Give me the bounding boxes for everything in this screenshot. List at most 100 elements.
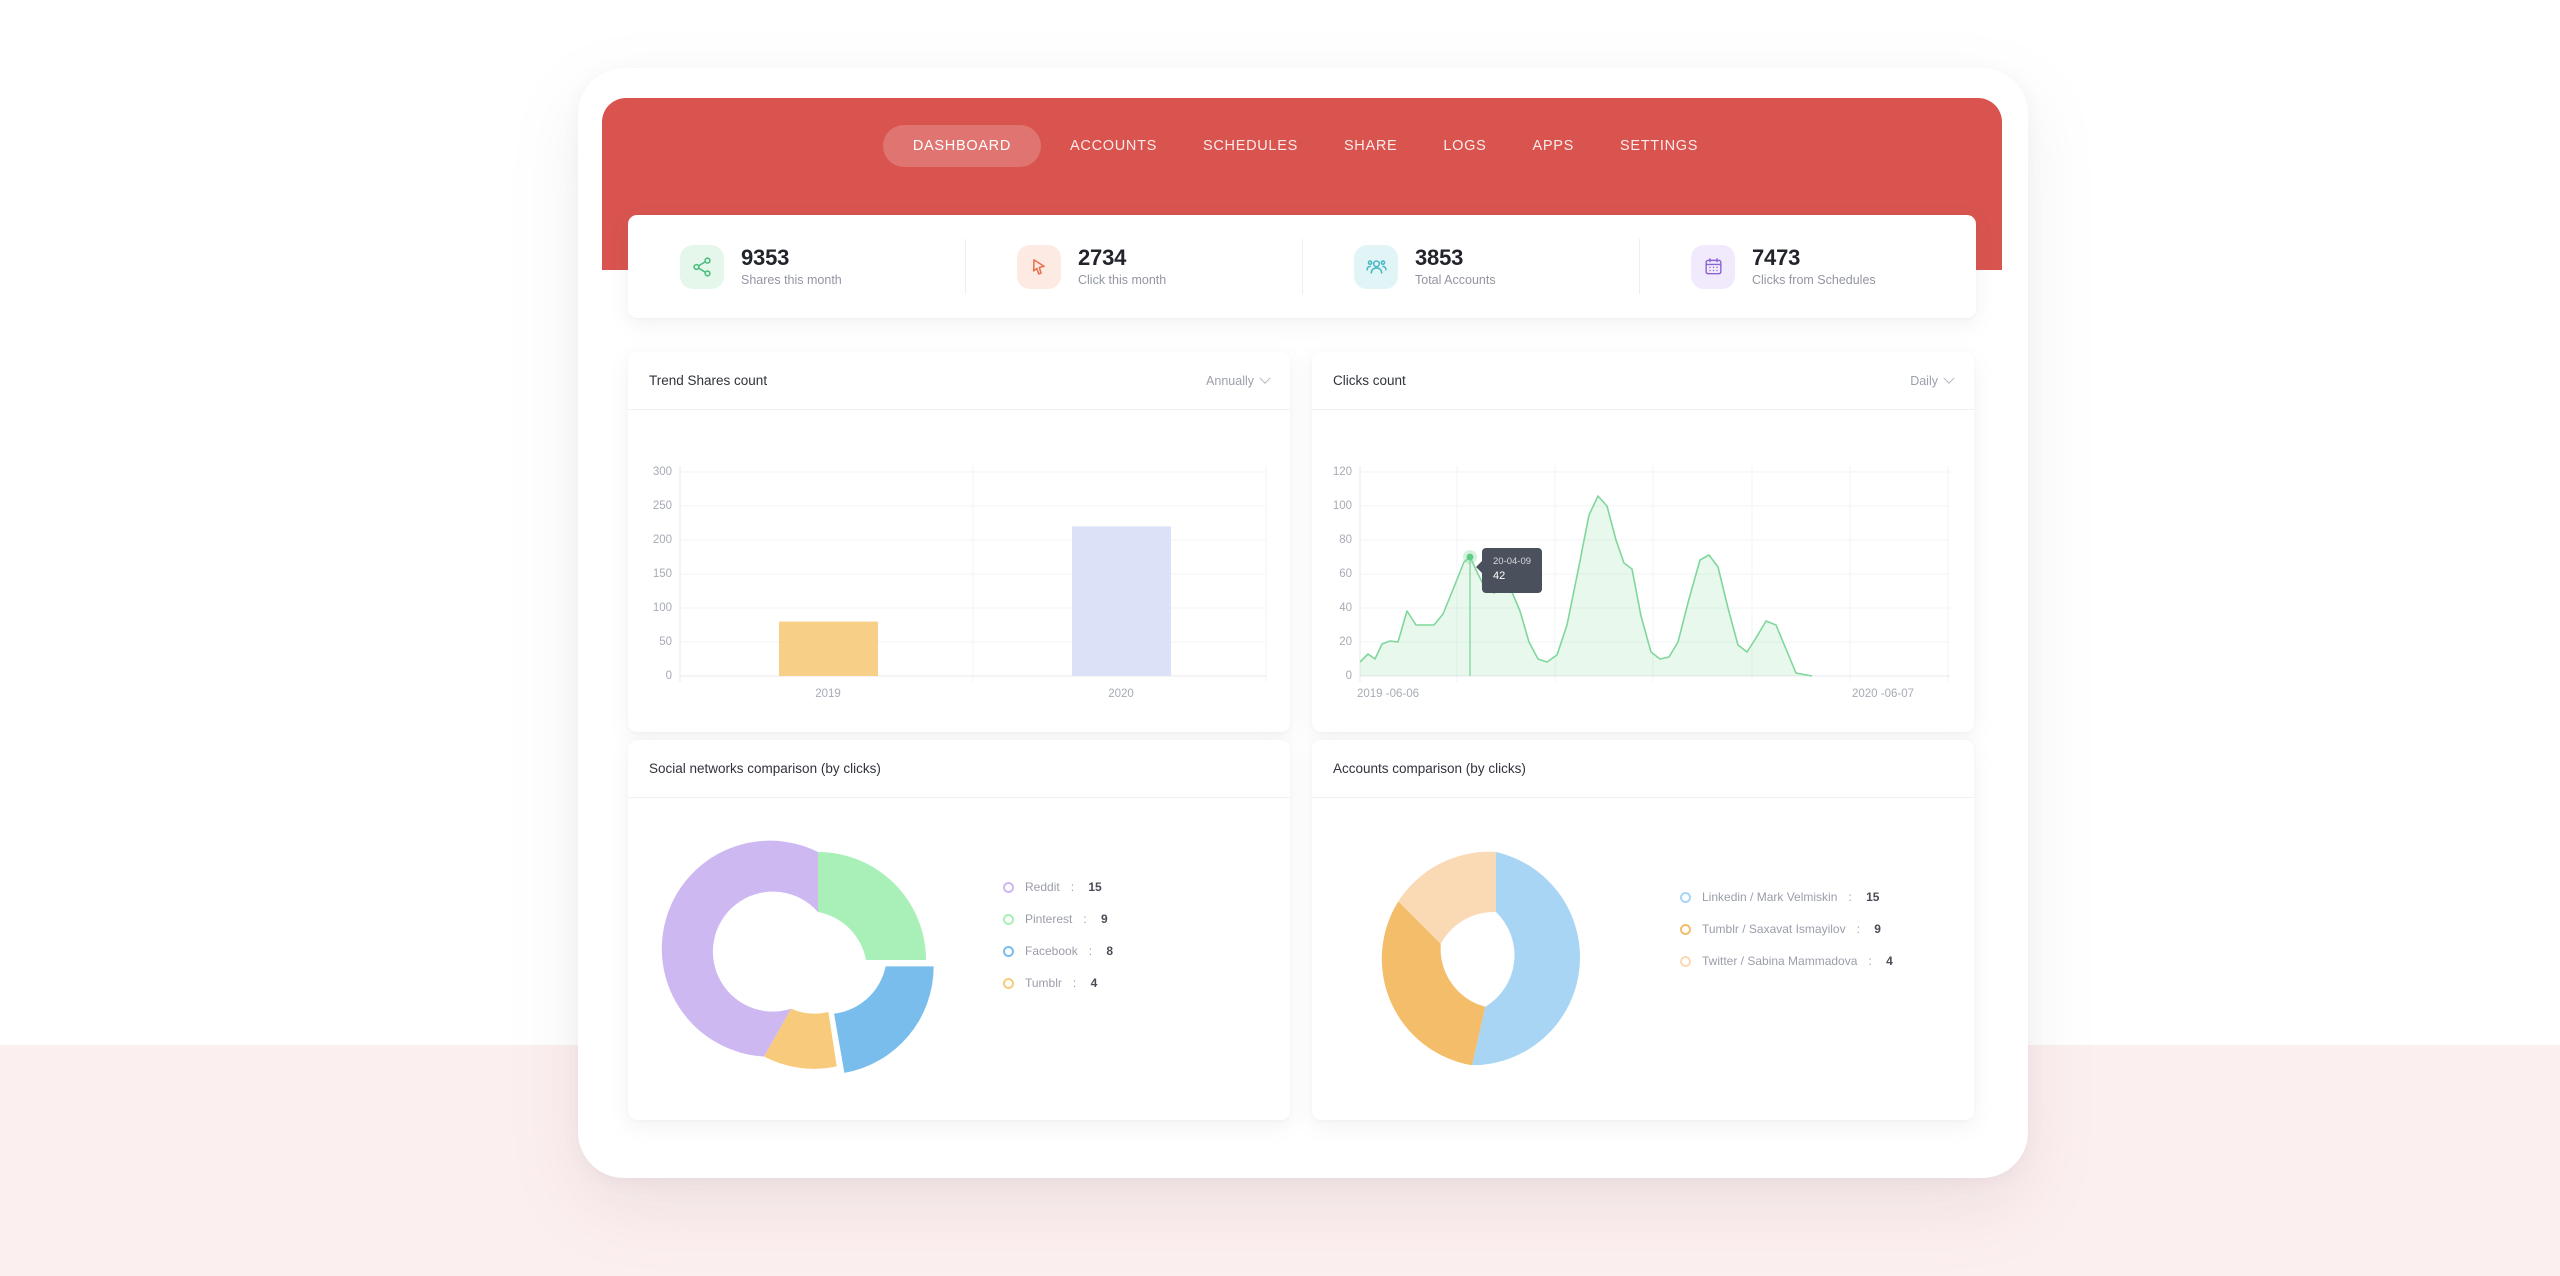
legend-label: Facebook [1025,944,1078,958]
legend-dot-icon [1003,977,1014,989]
period-select-annually[interactable]: Annually [1206,372,1271,388]
donut-slice-facebook-group[interactable] [834,966,934,1073]
card-header: Trend Shares count Annually [628,352,1290,410]
chart-donut-social-networks: 8 Reddit: 15 Pinterest: 9 Facebook: 8 Tu… [628,798,1290,1120]
chart-tooltip: 20-04-09 42 [1475,548,1543,593]
legend-value: 15 [1866,890,1880,904]
donut-accounts-svg [1381,851,1581,1066]
x-tick-end: 2020 -06-07 [1852,688,1915,700]
card-trend-shares: Trend Shares count Annually 300 250 200 … [628,352,1290,732]
nav-item-logs[interactable]: LOGS [1420,139,1509,154]
stat-value: 3853 [1415,244,1464,270]
chart-area-clicks-count: 120 100 80 60 40 20 0 20-04-09 42 2019 -… [1312,410,1974,732]
card-social-networks: Social networks comparison (by clicks) 8… [628,740,1290,1120]
stat-label: Total Accounts [1415,273,1496,288]
cursor-icon [1017,244,1061,289]
tooltip-date: 20-04-09 [1493,556,1532,567]
legend-item-facebook[interactable]: Facebook: 8 [1003,944,1113,958]
card-header: Social networks comparison (by clicks) [628,740,1290,798]
legend-label: Tumblr / Saxavat Ismayilov [1702,922,1846,936]
legend-label: Reddit [1025,880,1060,894]
area-fill [1360,496,1950,676]
stat-value: 7473 [1752,244,1801,270]
chart-bar-trend-shares: 300 250 200 150 100 50 0 2019 2020 [628,410,1290,732]
legend-value: 9 [1874,922,1881,936]
legend-item-tumblr[interactable]: Tumblr / Saxavat Ismayilov: 9 [1680,922,1893,936]
card-title: Social networks comparison (by clicks) [649,761,881,776]
legend-value: 15 [1088,880,1102,894]
users-icon [1354,244,1398,289]
stat-text-shares: 9353 Shares this month [741,245,842,288]
chevron-down-icon [1943,372,1955,384]
stat-text-accounts: 3853 Total Accounts [1415,245,1496,288]
donut-slice-value-label: 8 [871,975,879,990]
legend-dot-icon [1680,955,1691,967]
period-select-daily[interactable]: Daily [1910,372,1955,388]
card-accounts-comparison: Accounts comparison (by clicks) Linkedin… [1312,740,1974,1120]
tooltip-value: 42 [1493,569,1506,582]
legend-item-reddit[interactable]: Reddit: 15 [1003,880,1113,894]
stat-card-schedules[interactable]: 7473 Clicks from Schedules [1639,215,1976,318]
bar-chart-svg [679,466,1267,682]
area-chart-svg [1359,466,1950,682]
card-title: Clicks count [1333,373,1406,388]
donut-slice-pinterest[interactable] [818,852,926,960]
stats-summary-bar: 9353 Shares this month 2734 Click this m… [628,215,1976,318]
stat-card-shares[interactable]: 9353 Shares this month [628,215,965,318]
legend-label: Tumblr [1025,976,1062,990]
legend-dot-icon [1680,891,1691,903]
card-header: Accounts comparison (by clicks) [1312,740,1974,798]
legend-label: Twitter / Sabina Mammadova [1702,954,1858,968]
legend-item-pinterest[interactable]: Pinterest: 9 [1003,912,1113,926]
donut-social-svg [661,840,934,1073]
nav-item-dashboard[interactable]: DASHBOARD [882,124,1042,168]
card-header: Clicks count Daily [1312,352,1974,410]
period-select-value: Annually [1206,373,1254,388]
nav-item-settings[interactable]: SETTINGS [1597,139,1721,154]
donut-slice-facebook[interactable] [834,966,934,1073]
nav-item-share[interactable]: SHARE [1321,139,1420,154]
stat-card-accounts[interactable]: 3853 Total Accounts [1302,215,1639,318]
legend-item-twitter[interactable]: Twitter / Sabina Mammadova: 4 [1680,954,1893,968]
card-title: Accounts comparison (by clicks) [1333,761,1526,776]
legend-value: 4 [1886,954,1893,968]
period-select-value: Daily [1910,373,1938,388]
x-tick-2019: 2019 [815,688,841,700]
legend-dot-icon [1680,923,1691,935]
legend-value: 8 [1106,944,1114,958]
legend-dot-icon [1003,881,1014,893]
share-icon [680,244,724,289]
legend-dot-icon [1003,913,1014,925]
x-tick-2020: 2020 [1108,688,1134,700]
legend-value: 9 [1101,912,1108,926]
main-navigation: DASHBOARD ACCOUNTS SCHEDULES SHARE LOGS … [602,98,2002,194]
legend-label: Linkedin / Mark Velmiskin [1702,890,1838,904]
stat-text-clicks: 2734 Click this month [1078,245,1166,288]
legend-value: 4 [1090,976,1098,990]
card-clicks-count: Clicks count Daily 120 100 80 60 40 20 0 [1312,352,1974,732]
card-title: Trend Shares count [649,373,768,388]
stat-value: 2734 [1078,244,1127,270]
legend-item-linkedin[interactable]: Linkedin / Mark Velmiskin: 15 [1680,890,1893,904]
stat-label: Clicks from Schedules [1752,273,1876,288]
legend-label: Pinterest [1025,912,1073,926]
hover-point[interactable] [1466,553,1474,561]
nav-item-accounts[interactable]: ACCOUNTS [1047,139,1180,154]
legend-social-networks: Reddit: 15 Pinterest: 9 Facebook: 8 Tumb… [1003,880,1113,990]
bar-2020[interactable] [1072,526,1171,676]
stat-text-schedules: 7473 Clicks from Schedules [1752,245,1876,288]
nav-item-apps[interactable]: APPS [1510,139,1598,154]
chevron-down-icon [1259,372,1271,384]
nav-item-schedules[interactable]: SCHEDULES [1180,139,1321,154]
stat-label: Shares this month [741,273,842,288]
legend-accounts: Linkedin / Mark Velmiskin: 15 Tumblr / S… [1680,890,1893,968]
stat-label: Click this month [1078,273,1167,288]
stat-value: 9353 [741,244,790,270]
chart-donut-accounts: Linkedin / Mark Velmiskin: 15 Tumblr / S… [1312,798,1974,1120]
bar-2019[interactable] [779,621,878,676]
stat-card-clicks[interactable]: 2734 Click this month [965,215,1302,318]
legend-item-tumblr[interactable]: Tumblr: 4 [1003,976,1113,990]
x-tick-start: 2019 -06-06 [1357,688,1420,700]
legend-dot-icon [1003,945,1014,957]
calendar-icon [1691,244,1735,289]
